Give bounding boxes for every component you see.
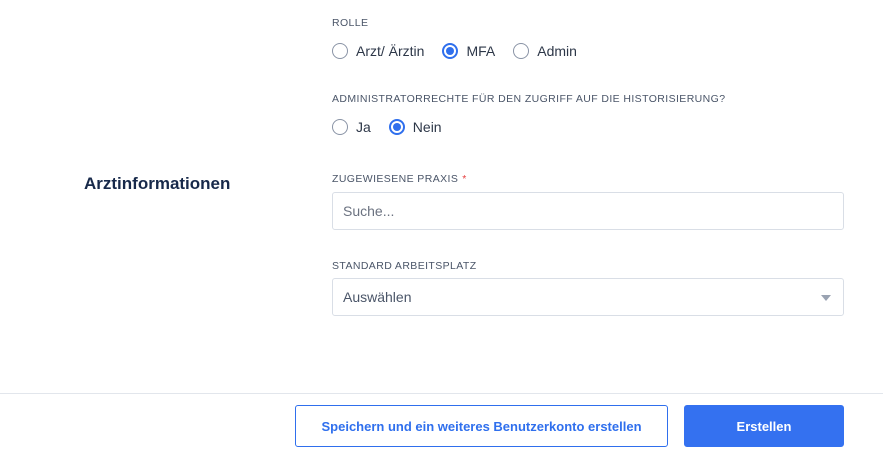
radio-arzt-circle[interactable]: [332, 43, 348, 59]
create-button[interactable]: Erstellen: [684, 405, 844, 447]
section-title: Arztinformationen: [84, 174, 231, 193]
admin-rights-option-label: Ja: [356, 119, 371, 135]
footer-divider: [0, 393, 883, 394]
role-label: ROLLE: [332, 17, 369, 29]
practice-label-text: ZUGEWIESENE PRAXIS: [332, 173, 459, 185]
required-marker: *: [462, 173, 467, 185]
role-option-label: Admin: [537, 43, 577, 59]
role-option-admin[interactable]: Admin: [513, 43, 577, 59]
admin-rights-radio-group: Ja Nein: [332, 119, 460, 135]
admin-rights-label: ADMINISTRATORRECHTE FÜR DEN ZUGRIFF AUF …: [332, 93, 726, 105]
workplace-label: STANDARD ARBEITSPLATZ: [332, 260, 477, 272]
workplace-select-value: Auswählen: [343, 289, 412, 305]
role-radio-group: Arzt/ Ärztin MFA Admin: [332, 43, 595, 59]
practice-label: ZUGEWIESENE PRAXIS *: [332, 173, 467, 185]
role-option-label: MFA: [466, 43, 496, 59]
practice-search-input[interactable]: [332, 192, 844, 230]
role-option-arzt[interactable]: Arzt/ Ärztin: [332, 43, 424, 59]
radio-mfa-circle[interactable]: [442, 43, 459, 59]
role-option-mfa[interactable]: MFA: [442, 43, 495, 59]
radio-admin-circle[interactable]: [513, 43, 530, 59]
radio-nein-circle[interactable]: [388, 119, 405, 135]
role-option-label: Arzt/ Ärztin: [356, 43, 425, 59]
admin-rights-option-label: Nein: [412, 119, 442, 135]
admin-rights-option-nein[interactable]: Nein: [388, 119, 442, 135]
save-and-create-another-button[interactable]: Speichern und ein weiteres Benutzerkonto…: [295, 405, 668, 447]
user-form-page: ROLLE Arzt/ Ärztin MFA Admin ADMINISTRAT…: [0, 0, 883, 457]
chevron-down-icon: [821, 295, 831, 301]
workplace-select[interactable]: Auswählen: [332, 278, 844, 316]
admin-rights-option-ja[interactable]: Ja: [332, 119, 371, 135]
radio-ja-circle[interactable]: [332, 119, 348, 135]
